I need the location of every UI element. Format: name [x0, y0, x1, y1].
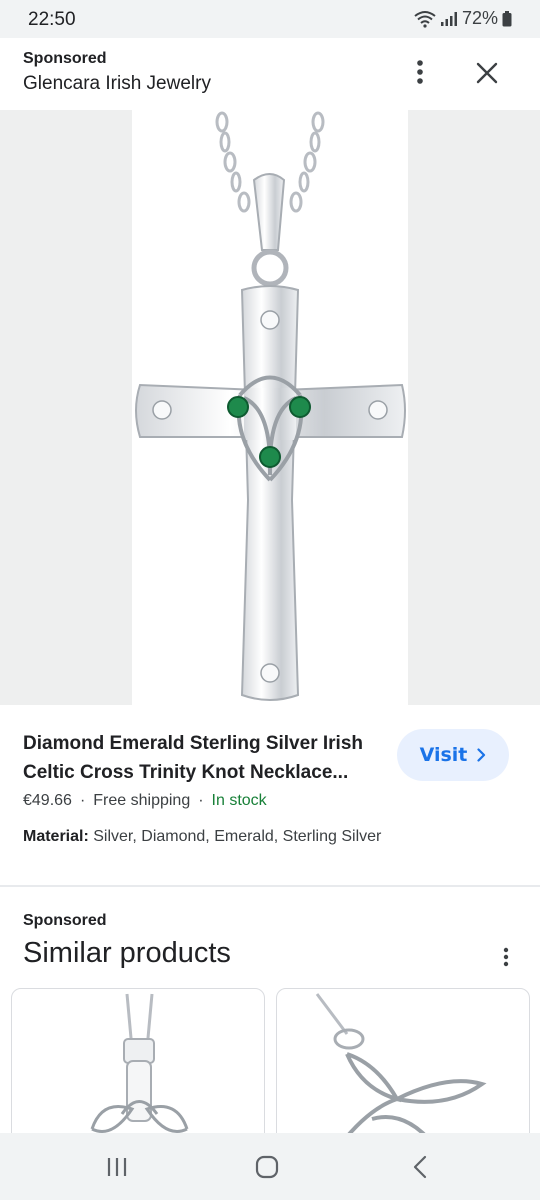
similar-sponsored-label: Sponsored	[23, 912, 107, 929]
more-vert-icon	[503, 947, 509, 967]
product-image-area[interactable]	[0, 110, 540, 705]
separator-dot: ·	[79, 792, 86, 809]
more-options-button[interactable]	[400, 52, 440, 92]
similar-more-options-button[interactable]	[490, 941, 522, 973]
material-value: Silver, Diamond, Emerald, Sterling Silve…	[93, 828, 382, 845]
recents-icon	[107, 1158, 127, 1176]
material-label: Material:	[23, 828, 89, 845]
recents-button[interactable]	[92, 1146, 142, 1188]
price: €49.66	[23, 792, 72, 809]
price-row: €49.66 · Free shipping · In stock	[23, 792, 267, 810]
more-vert-icon	[417, 60, 423, 84]
celtic-knot-pendant-image	[90, 993, 189, 1133]
navigation-bar	[0, 1133, 540, 1200]
similar-product-card[interactable]	[11, 988, 265, 1150]
shipping: Free shipping	[93, 792, 191, 809]
product-info: Diamond Emerald Sterling Silver Irish Ce…	[0, 705, 540, 885]
similar-products-section: Sponsored Similar products	[0, 887, 540, 1150]
status-icons: 72%	[414, 8, 512, 29]
sponsored-label: Sponsored	[23, 50, 107, 67]
material-row: Material: Silver, Diamond, Emerald, Ster…	[23, 828, 381, 846]
signal-icon	[440, 11, 457, 26]
battery-percent: 72%	[461, 8, 498, 28]
chevron-right-icon	[477, 748, 486, 762]
close-button[interactable]	[466, 52, 508, 94]
home-button[interactable]	[242, 1146, 292, 1188]
separator-dot: ·	[198, 792, 204, 809]
visit-button[interactable]: Visit	[397, 729, 509, 781]
back-icon	[413, 1155, 427, 1179]
product-image-frame	[132, 110, 408, 705]
battery-icon	[502, 10, 512, 26]
status-time: 22:50	[28, 9, 76, 30]
similar-products-heading: Similar products	[23, 937, 231, 969]
stock-status: In stock	[211, 792, 267, 809]
product-title[interactable]: Diamond Emerald Sterling Silver Irish Ce…	[23, 729, 383, 787]
status-bar: 22:50 72%	[0, 0, 540, 38]
ad-header: Sponsored Glencara Irish Jewelry	[0, 38, 540, 110]
wifi-icon	[414, 10, 436, 28]
seller-name[interactable]: Glencara Irish Jewelry	[23, 73, 211, 95]
similar-product-card[interactable]	[276, 988, 530, 1150]
close-icon	[476, 62, 498, 84]
celtic-cross-necklace-image	[135, 111, 406, 701]
trinity-knot-pendant-image	[315, 993, 487, 1149]
back-button[interactable]	[395, 1146, 445, 1188]
visit-label: Visit	[419, 744, 468, 766]
home-icon	[255, 1155, 279, 1179]
